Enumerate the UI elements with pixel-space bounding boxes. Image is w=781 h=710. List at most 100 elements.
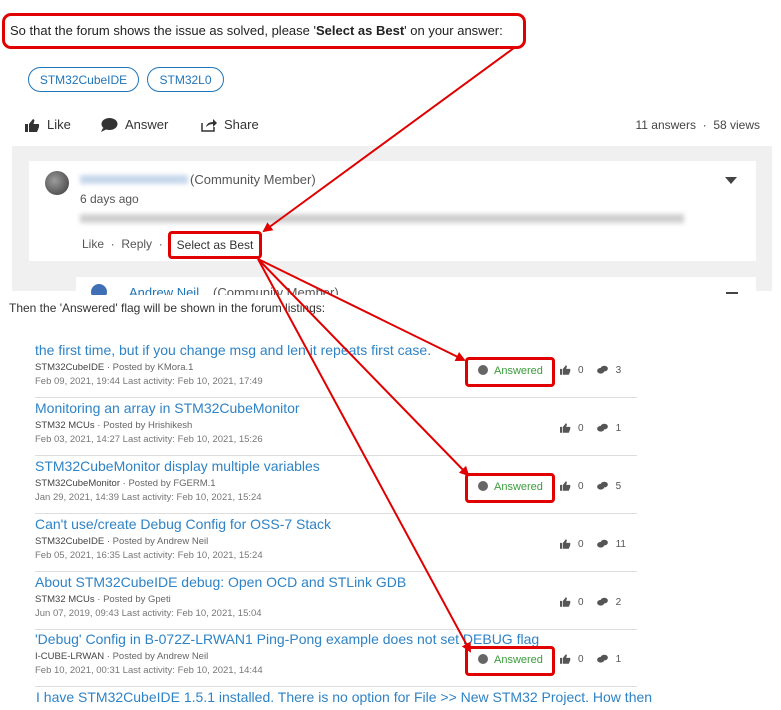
thumbs-up-icon bbox=[560, 539, 571, 549]
list-item[interactable]: Can't use/create Debug Config for OSS-7 … bbox=[35, 513, 637, 572]
like-count: 0 bbox=[578, 539, 584, 550]
answers-icon bbox=[596, 423, 608, 432]
cut-off-topic-title[interactable]: I have STM32CubeIDE 1.5.1 installed. The… bbox=[36, 689, 652, 705]
thumbs-up-icon bbox=[560, 597, 571, 607]
answer-count: 5 bbox=[615, 481, 622, 492]
instruction-emphasis: Select as Best bbox=[315, 23, 405, 38]
answer-count: 11 bbox=[615, 539, 626, 550]
topic-title[interactable]: 'Debug' Config in B-072Z-LRWAN1 Ping-Pon… bbox=[35, 631, 539, 647]
answer-count: 1 bbox=[615, 423, 622, 434]
view-count: 58 views bbox=[713, 118, 760, 132]
comment-reply-link[interactable]: Reply bbox=[121, 237, 152, 251]
topic-meta: STM32CubeIDE · Posted by KMora.1 bbox=[35, 362, 193, 373]
topic-category[interactable]: STM32CubeIDE bbox=[35, 536, 104, 547]
select-as-best-button[interactable]: Select as Best bbox=[168, 231, 262, 259]
thumbs-up-icon bbox=[560, 365, 571, 375]
blurred-username bbox=[80, 175, 188, 184]
topic-counts: 01 bbox=[560, 423, 621, 434]
share-icon bbox=[201, 119, 217, 132]
topic-title[interactable]: Monitoring an array in STM32CubeMonitor bbox=[35, 400, 300, 416]
tag-stm32cubeide[interactable]: STM32CubeIDE bbox=[28, 67, 139, 92]
like-count: 0 bbox=[578, 654, 584, 665]
answer-count: 2 bbox=[615, 597, 622, 608]
list-item[interactable]: the first time, but if you change msg an… bbox=[35, 339, 637, 398]
list-item[interactable]: STM32CubeMonitor display multiple variab… bbox=[35, 455, 637, 514]
topic-category[interactable]: STM32CubeMonitor bbox=[35, 478, 120, 489]
like-action[interactable]: Like bbox=[25, 117, 71, 132]
answers-icon bbox=[596, 539, 608, 548]
topic-category[interactable]: STM32CubeIDE bbox=[35, 362, 104, 373]
topic-category[interactable]: STM32 MCUs bbox=[35, 420, 95, 431]
collapse-icon[interactable] bbox=[726, 292, 738, 294]
check-circle-icon bbox=[478, 365, 488, 375]
avatar[interactable] bbox=[45, 171, 69, 195]
topic-category[interactable]: I-CUBE-LRWAN bbox=[35, 651, 104, 662]
share-label: Share bbox=[224, 117, 259, 132]
topic-dates: Feb 09, 2021, 19:44 Last activity: Feb 1… bbox=[35, 376, 263, 387]
topic-meta: I-CUBE-LRWAN · Posted by Andrew Neil bbox=[35, 651, 208, 662]
check-circle-icon bbox=[478, 481, 488, 491]
answers-icon bbox=[596, 654, 608, 663]
instruction-prefix: So that the forum shows the issue as sol… bbox=[10, 23, 316, 38]
topic-title[interactable]: the first time, but if you change msg an… bbox=[35, 342, 431, 358]
thumbs-up-icon bbox=[560, 423, 571, 433]
list-item[interactable]: About STM32CubeIDE debug: Open OCD and S… bbox=[35, 571, 637, 630]
topic-dates: Feb 05, 2021, 16:35 Last activity: Feb 1… bbox=[35, 550, 263, 561]
instruction-text: So that the forum shows the issue as sol… bbox=[10, 23, 503, 38]
answers-icon bbox=[596, 597, 608, 606]
blurred-comment-text bbox=[80, 214, 684, 223]
share-action[interactable]: Share bbox=[201, 117, 259, 132]
member-role: (Community Member) bbox=[190, 172, 316, 187]
then-text: Then the 'Answered' flag will be shown i… bbox=[9, 301, 326, 315]
topic-counts: 03 bbox=[560, 365, 621, 376]
check-circle-icon bbox=[478, 654, 488, 664]
topic-category[interactable]: STM32 MCUs bbox=[35, 594, 95, 605]
like-count: 0 bbox=[578, 423, 584, 434]
answer-count: 3 bbox=[615, 365, 622, 376]
answered-badge: Answered bbox=[478, 654, 543, 666]
answer-label: Answer bbox=[125, 117, 169, 132]
speech-bubble-icon bbox=[101, 118, 118, 132]
topic-meta: STM32CubeMonitor · Posted by FGERM.1 bbox=[35, 478, 216, 489]
topic-dates: Feb 10, 2021, 00:31 Last activity: Feb 1… bbox=[35, 665, 263, 676]
tag-stm32l0[interactable]: STM32L0 bbox=[147, 67, 224, 92]
answered-badge: Answered bbox=[478, 481, 543, 493]
topic-meta: STM32 MCUs · Posted by Gpeti bbox=[35, 594, 171, 605]
instruction-suffix: ' on your answer: bbox=[404, 23, 503, 38]
topic-counts: 05 bbox=[560, 481, 621, 492]
like-count: 0 bbox=[578, 597, 584, 608]
answers-icon bbox=[596, 365, 608, 374]
topic-author: · Posted by Andrew Neil bbox=[106, 536, 209, 547]
topic-meta: STM32 MCUs · Posted by Hrishikesh bbox=[35, 420, 192, 431]
thread-stats: 11 answers · 58 views bbox=[635, 118, 760, 132]
list-item[interactable]: Monitoring an array in STM32CubeMonitor S… bbox=[35, 397, 637, 456]
topic-author: · Posted by Hrishikesh bbox=[97, 420, 193, 431]
comment-actions: Like · Reply · bbox=[82, 237, 163, 251]
comment-like-link[interactable]: Like bbox=[82, 237, 104, 251]
answers-icon bbox=[596, 481, 608, 490]
topic-author: · Posted by KMora.1 bbox=[106, 362, 194, 373]
answered-badge: Answered bbox=[478, 365, 543, 377]
thumbs-up-icon bbox=[560, 481, 571, 491]
comment-date: 6 days ago bbox=[80, 192, 139, 206]
like-count: 0 bbox=[578, 481, 584, 492]
topic-dates: Jan 29, 2021, 14:39 Last activity: Feb 1… bbox=[35, 492, 262, 503]
topic-author: · Posted by Andrew Neil bbox=[106, 651, 209, 662]
thumbs-up-icon bbox=[25, 119, 39, 132]
topic-title[interactable]: About STM32CubeIDE debug: Open OCD and S… bbox=[35, 574, 406, 590]
list-item[interactable]: 'Debug' Config in B-072Z-LRWAN1 Ping-Pon… bbox=[35, 628, 637, 687]
topic-author: · Posted by FGERM.1 bbox=[122, 478, 216, 489]
answer-action[interactable]: Answer bbox=[101, 117, 168, 132]
answered-label: Answered bbox=[494, 481, 543, 493]
topic-counts: 0 11 bbox=[560, 539, 626, 550]
answered-label: Answered bbox=[494, 654, 543, 666]
topic-author: · Posted by Gpeti bbox=[97, 594, 171, 605]
topic-dates: Feb 03, 2021, 14:27 Last activity: Feb 1… bbox=[35, 434, 263, 445]
answered-label: Answered bbox=[494, 365, 543, 377]
topic-title[interactable]: STM32CubeMonitor display multiple variab… bbox=[35, 458, 320, 474]
topic-counts: 02 bbox=[560, 597, 621, 608]
chevron-down-icon[interactable] bbox=[725, 177, 737, 184]
topic-title[interactable]: Can't use/create Debug Config for OSS-7 … bbox=[35, 516, 331, 532]
topic-dates: Jun 07, 2019, 09:43 Last activity: Feb 1… bbox=[35, 608, 262, 619]
like-label: Like bbox=[47, 117, 71, 132]
